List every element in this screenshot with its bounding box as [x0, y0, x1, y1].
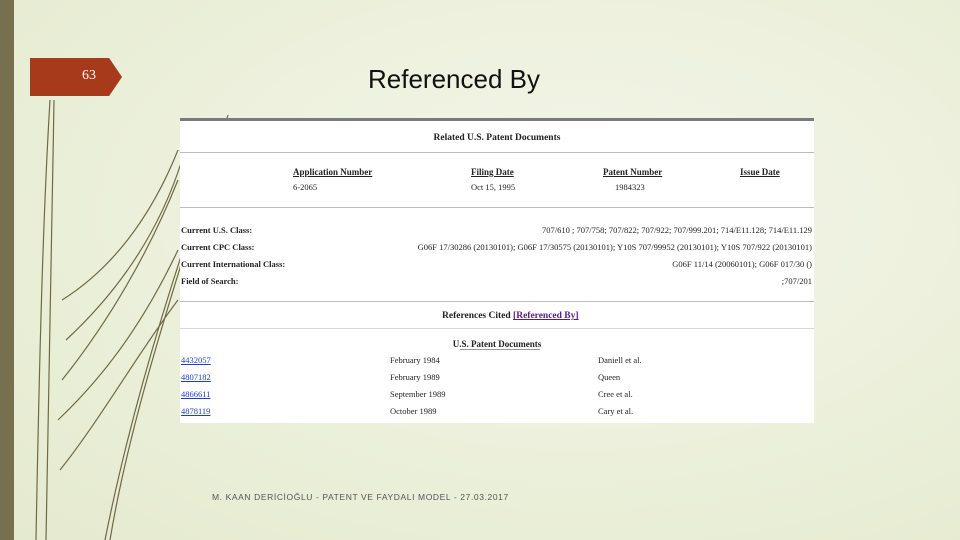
application-number-value: 6-2065	[293, 182, 318, 192]
reference-date: February 1984	[390, 355, 440, 365]
intl-class-value: G06F 11/14 (20060101); G06F 017/30 ()	[672, 259, 812, 269]
col-application-number: Application Number	[293, 167, 373, 177]
us-patent-documents-header: U.S. Patent Documents	[452, 339, 542, 349]
divider	[180, 301, 814, 302]
reference-patent-link[interactable]: 4807182	[181, 372, 211, 382]
patent-document-screenshot: Related U.S. Patent Documents Applicatio…	[180, 118, 814, 423]
field-of-search-label: Field of Search:	[181, 276, 239, 286]
reference-row: 4866611 September 1989 Cree et al.	[180, 389, 814, 406]
reference-inventor: Daniell et al.	[598, 355, 642, 365]
patent-number-value: 1984323	[615, 182, 645, 192]
related-documents-header: Related U.S. Patent Documents	[433, 133, 561, 143]
reference-patent-link[interactable]: 4432057	[181, 355, 211, 365]
reference-inventor: Cree et al.	[598, 389, 633, 399]
col-patent-number: Patent Number	[603, 167, 663, 177]
field-of-search-value: ;707/201	[781, 276, 812, 286]
reference-patent-link[interactable]: 4878119	[181, 406, 210, 416]
intl-class-label: Current International Class:	[181, 259, 286, 269]
cpc-class-label: Current CPC Class:	[181, 242, 255, 252]
divider	[180, 328, 814, 329]
reference-inventor: Cary et al.	[598, 406, 634, 416]
cpc-class-value: G06F 17/30286 (20130101); G06F 17/30575 …	[417, 242, 812, 252]
reference-date: September 1989	[390, 389, 446, 399]
col-issue-date: Issue Date	[740, 167, 780, 177]
col-filing-date: Filing Date	[471, 167, 514, 177]
reference-row: 4878119 October 1989 Cary et al.	[180, 406, 814, 423]
reference-patent-link[interactable]: 4866611	[181, 389, 210, 399]
references-cited-heading: References Cited [Referenced By]	[442, 311, 579, 321]
divider	[180, 152, 814, 153]
filing-date-value: Oct 15, 1995	[471, 182, 516, 192]
referenced-by-link[interactable]: [Referenced By]	[513, 311, 579, 321]
slide-title: Referenced By	[368, 64, 540, 94]
header-underline	[460, 349, 540, 350]
references-cited-label: References Cited	[442, 311, 511, 321]
us-class-label: Current U.S. Class:	[181, 225, 253, 235]
slide-number: 63	[82, 68, 96, 83]
us-class-value: 707/610 ; 707/758; 707/822; 707/922; 707…	[542, 225, 812, 235]
divider	[180, 207, 814, 208]
reference-row: 4807182 February 1989 Queen	[180, 372, 814, 389]
reference-date: October 1989	[390, 406, 437, 416]
slide-number-tab: 63	[30, 58, 122, 96]
reference-date: February 1989	[390, 372, 440, 382]
reference-row: 4432057 February 1984 Daniell et al.	[180, 355, 814, 372]
slide-footer: M. KAAN DERİCİOĞLU - PATENT VE FAYDALI M…	[212, 492, 509, 502]
reference-inventor: Queen	[598, 372, 621, 382]
